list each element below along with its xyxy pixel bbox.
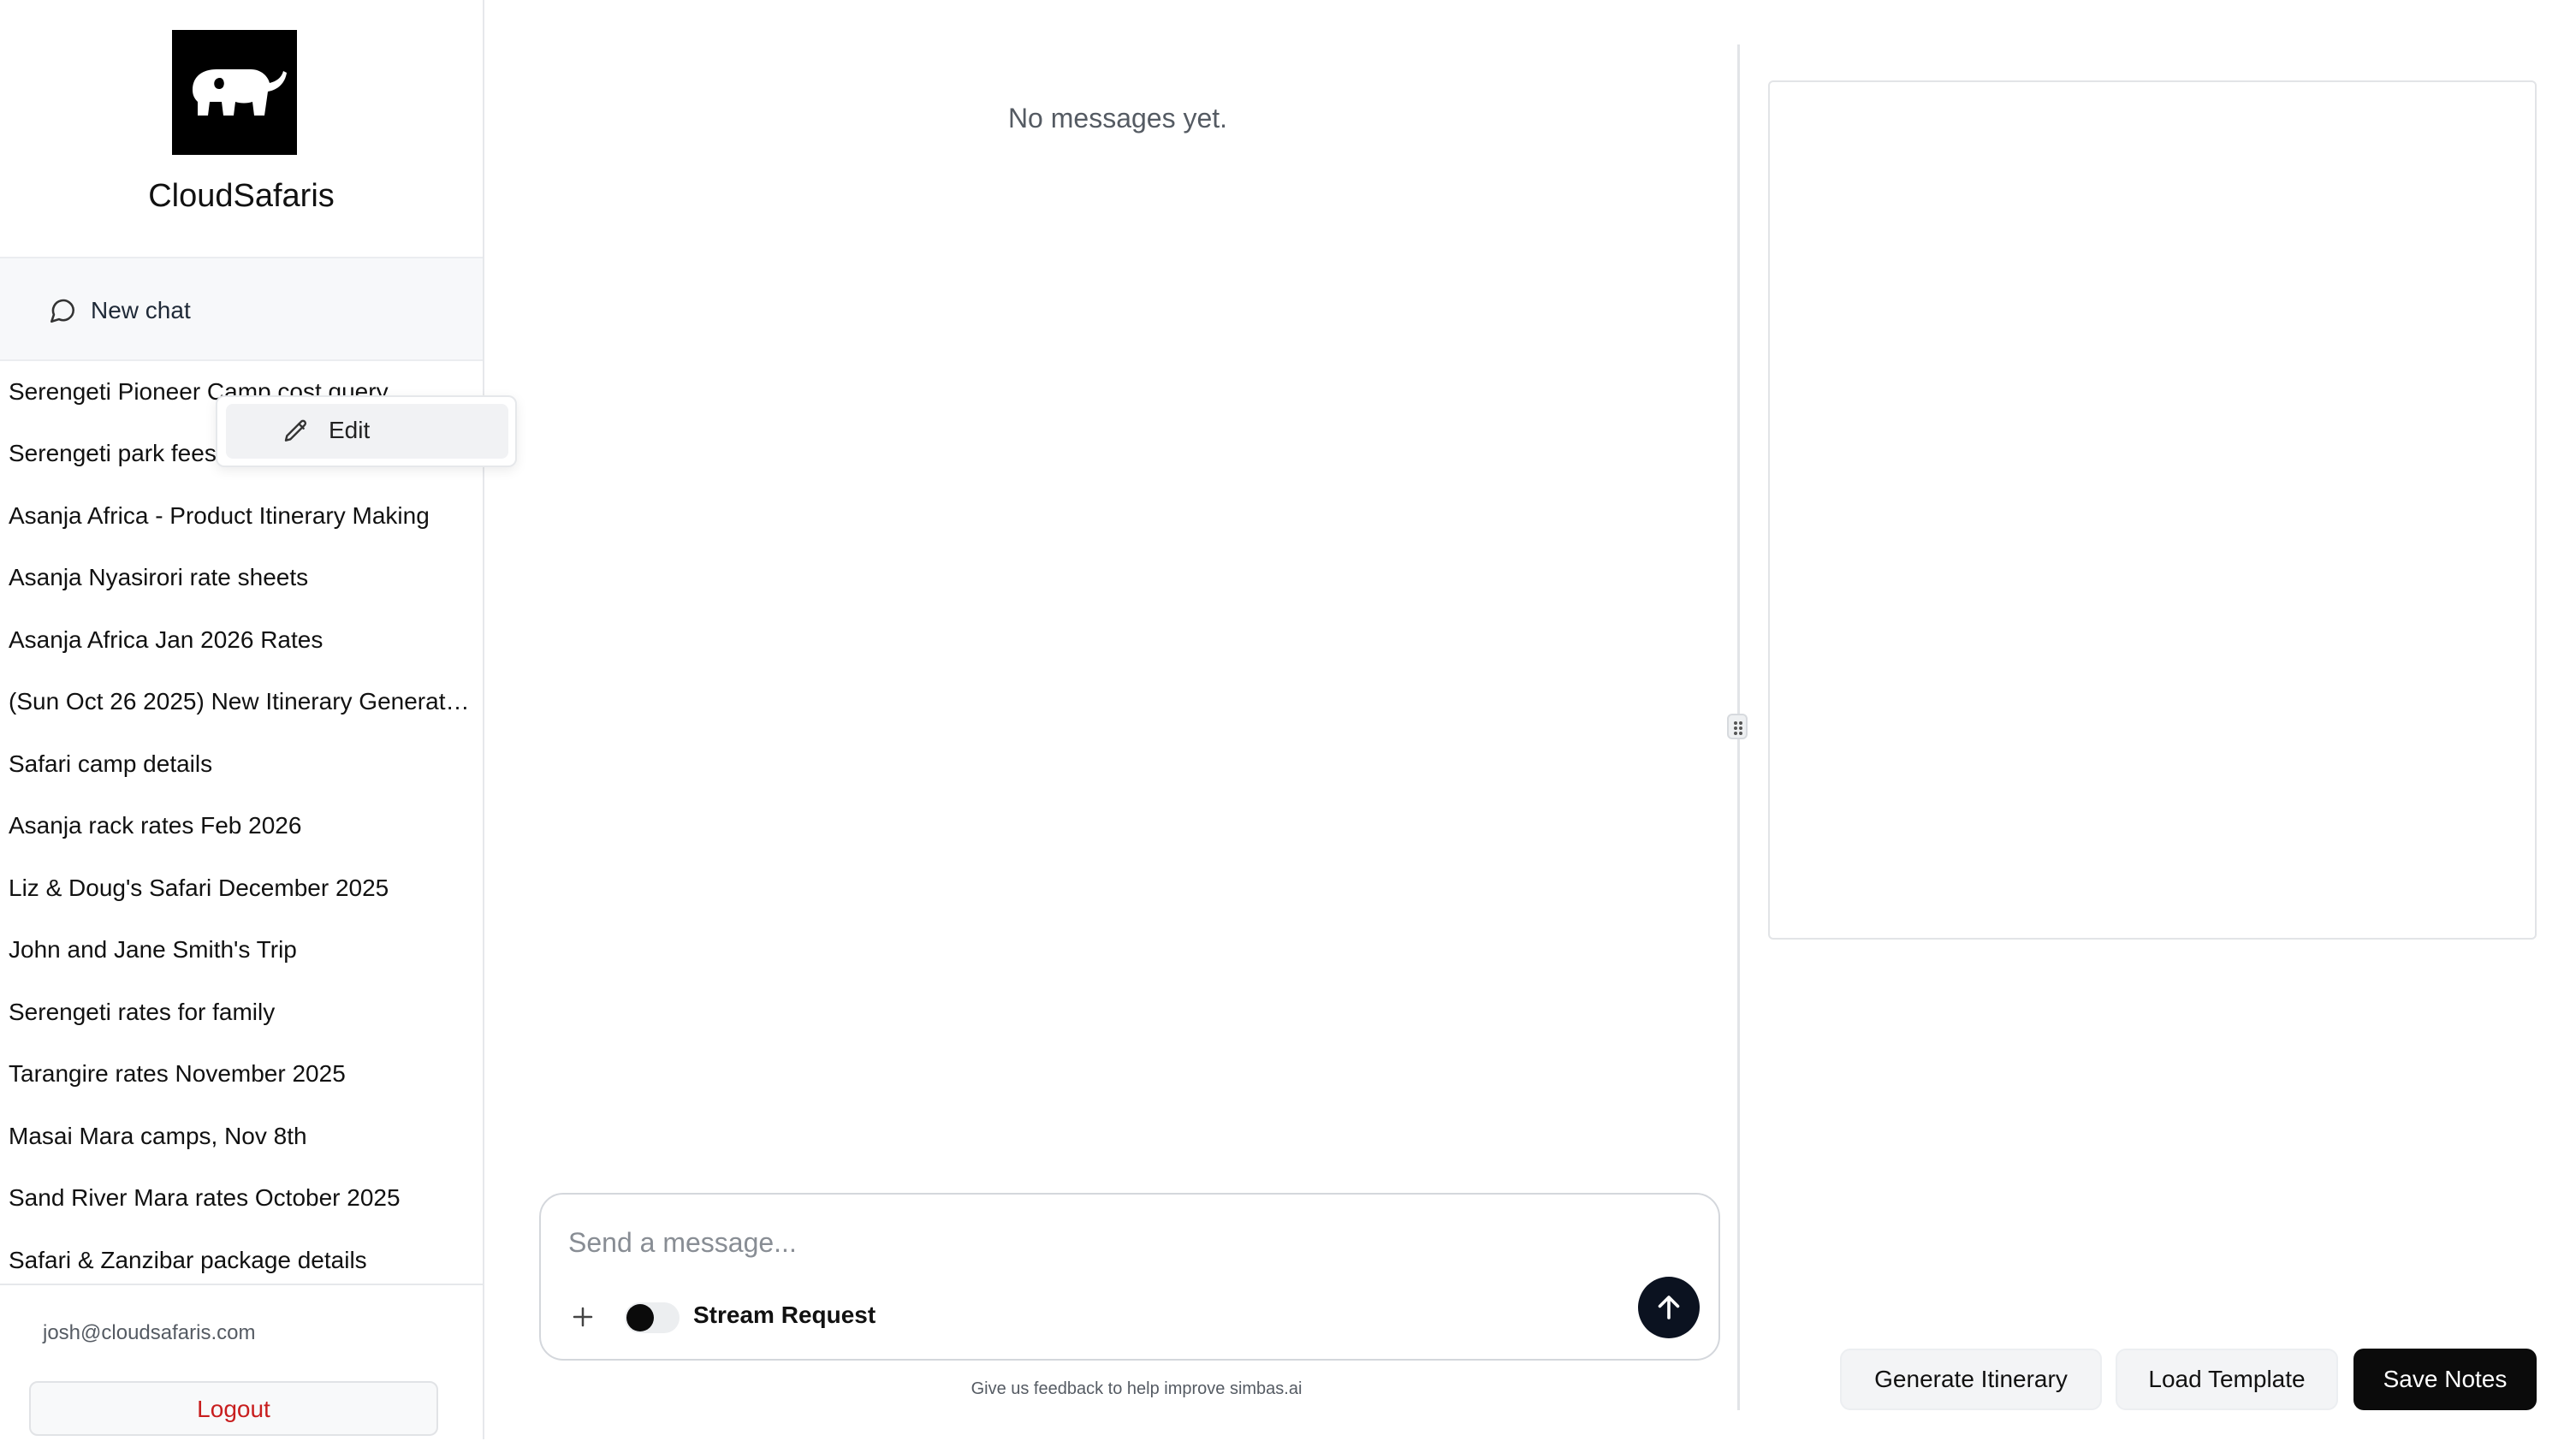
elephant-icon — [172, 30, 297, 155]
chat-item[interactable]: Safari & Zanzibar package details — [9, 1235, 471, 1286]
notes-editor[interactable] — [1768, 80, 2537, 940]
chat-item[interactable]: Asanja rack rates Feb 2026 — [9, 800, 471, 851]
message-input[interactable]: Send a message... — [568, 1227, 797, 1259]
chat-item[interactable]: Asanja Nyasirori rate sheets — [9, 552, 471, 603]
sidebar: CloudSafaris New chat Serengeti Pioneer … — [0, 0, 484, 1441]
message-composer: Send a message... Stream Request — [539, 1193, 1720, 1361]
chat-item[interactable]: (Sun Oct 26 2025) New Itinerary Generati… — [9, 676, 471, 727]
user-email: josh@cloudsafaris.com — [43, 1321, 256, 1344]
sidebar-footer: josh@cloudsafaris.com Logout — [0, 1284, 483, 1441]
pencil-icon — [284, 419, 307, 442]
empty-chat-message: No messages yet. — [1007, 103, 1228, 133]
new-chat-label: New chat — [91, 297, 191, 323]
chat-item[interactable]: Asanja Africa - Product Itinerary Making — [9, 490, 471, 542]
toggle-knob — [626, 1304, 654, 1331]
stream-request-toggle[interactable] — [625, 1302, 680, 1333]
generate-itinerary-button[interactable]: Generate Itinerary — [1840, 1349, 2102, 1410]
chat-item[interactable]: Safari camp details — [9, 738, 471, 790]
chat-item[interactable]: Masai Mara camps, Nov 8th — [9, 1111, 471, 1162]
edit-menu-item[interactable]: Edit — [226, 404, 508, 459]
chat-item[interactable]: Asanja Africa Jan 2026 Rates — [9, 614, 471, 666]
logout-button[interactable]: Logout — [29, 1381, 438, 1436]
chat-item[interactable]: Sand River Mara rates October 2025 — [9, 1172, 471, 1224]
plus-icon[interactable] — [570, 1304, 596, 1330]
chat-bubble-icon — [50, 299, 75, 323]
chat-item[interactable]: Liz & Doug's Safari December 2025 — [9, 863, 471, 914]
load-template-button[interactable]: Load Template — [2116, 1349, 2338, 1410]
chat-context-menu: Edit — [216, 395, 517, 467]
edit-label: Edit — [329, 417, 371, 443]
brand: CloudSafaris — [0, 0, 483, 257]
feedback-text[interactable]: Give us feedback to help improve simbas.… — [484, 1379, 1789, 1399]
chat-item[interactable]: John and Jane Smith's Trip — [9, 924, 471, 975]
resize-handle[interactable] — [1727, 714, 1748, 739]
new-chat-button[interactable]: New chat — [0, 257, 483, 361]
stream-request-label: Stream Request — [693, 1302, 876, 1328]
chat-item[interactable]: Tarangire rates November 2025 — [9, 1048, 471, 1100]
save-notes-button[interactable]: Save Notes — [2353, 1349, 2537, 1410]
chat-item[interactable]: Serengeti rates for family — [9, 987, 471, 1038]
brand-name: CloudSafaris — [148, 178, 335, 214]
send-button[interactable] — [1638, 1277, 1700, 1338]
arrow-up-icon — [1658, 1296, 1680, 1319]
